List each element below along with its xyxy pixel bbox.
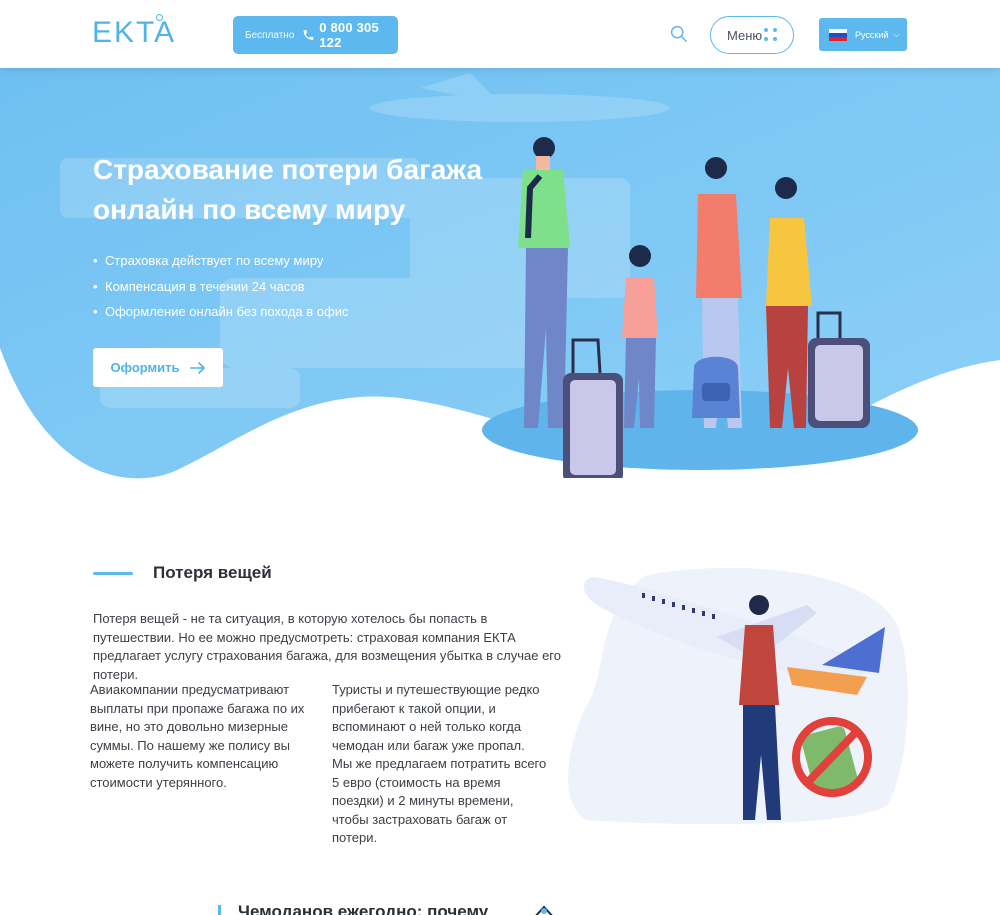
- section-title: Потеря вещей: [153, 563, 272, 582]
- phone-number: 0 800 305 122: [319, 20, 379, 50]
- suitcase-icon: [535, 905, 553, 915]
- phone-button[interactable]: Бесплатно 0 800 305 122: [233, 16, 398, 54]
- menu-label: Меню: [727, 27, 763, 43]
- hero-bullet: Оформление онлайн без похода в офис: [93, 299, 348, 325]
- grid-dots-icon: [764, 28, 778, 42]
- hero-bullet: Компенсация в течении 24 часов: [93, 274, 348, 300]
- phone-icon: [303, 30, 314, 40]
- lost-luggage-illustration: [568, 567, 908, 825]
- hero-bullet-list: Страховка действует по всему миру Компен…: [93, 248, 348, 325]
- hero-banner: Страхование потери багажа онлайн по всем…: [0, 68, 1000, 488]
- language-select[interactable]: Русский ⌵: [819, 18, 907, 51]
- section-intro-text: Потеря вещей - не та ситуация, в которую…: [93, 611, 561, 682]
- section-title-accent: [93, 572, 133, 575]
- section-left-column-text: Авиакомпании предусматривают выплаты при…: [90, 682, 305, 790]
- menu-button[interactable]: Меню: [710, 16, 794, 54]
- chevron-down-icon: ⌵: [893, 29, 900, 39]
- section-right-column-text: Туристы и путешествующие редко прибегают…: [332, 682, 547, 845]
- hero-bullet: Страховка действует по всему миру: [93, 248, 348, 274]
- phone-free-label: Бесплатно: [245, 29, 295, 41]
- language-label: Русский: [855, 29, 889, 40]
- section3-title: Чемоданов ежегодно: почему: [238, 902, 489, 915]
- logo-mark: [156, 14, 163, 21]
- russian-flag-icon: [829, 28, 847, 41]
- arrow-right-icon: [189, 361, 205, 374]
- site-header: EKTA Бесплатно 0 800 305 122 Меню Русски…: [0, 0, 1000, 68]
- section3-title-accent: [218, 905, 221, 915]
- family-travelers-illustration: [482, 137, 918, 478]
- ekta-logo[interactable]: EKTA: [92, 16, 176, 50]
- order-button[interactable]: Оформить: [93, 348, 223, 387]
- search-icon[interactable]: [670, 25, 688, 43]
- order-button-label: Оформить: [110, 360, 180, 375]
- hero-title: Страхование потери багажа онлайн по всем…: [93, 154, 483, 225]
